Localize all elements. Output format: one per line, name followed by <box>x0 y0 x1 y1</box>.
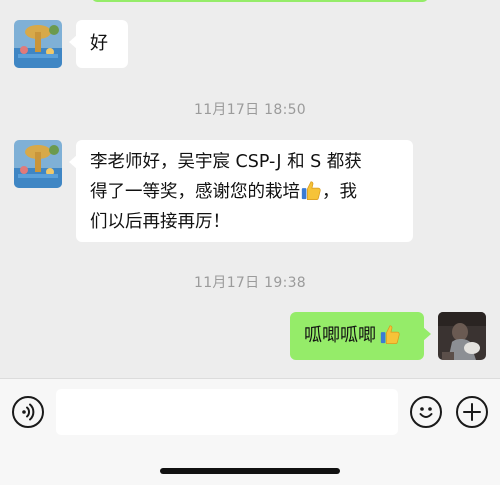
message-text-fragment: 得了一等奖，感谢您的栽培 <box>90 182 300 202</box>
my-avatar[interactable] <box>438 312 486 360</box>
avatar-image <box>14 20 62 68</box>
message-bubble-incoming[interactable]: 好 <box>69 20 128 68</box>
plus-button[interactable] <box>456 396 488 428</box>
home-indicator <box>160 468 340 474</box>
message-text-fragment: ，我 <box>322 182 357 202</box>
previous-message-bubble-fragment <box>92 0 428 2</box>
message-bubble-incoming[interactable]: 李老师好，吴宇宸 CSP-J 和 S 都获 得了一等奖，感谢您的栽培 ，我 们以后… <box>69 140 413 242</box>
message-timestamp: 11月17日 18:50 <box>193 102 307 118</box>
chat-area: 好 11月17日 18:50 李老师好，吴宇宸 CSP-J 和 S 都获 得了一… <box>0 0 500 378</box>
avatar-image <box>438 312 486 360</box>
voice-icon <box>22 403 35 421</box>
input-bar <box>0 378 500 485</box>
voice-button[interactable] <box>12 396 44 428</box>
thumbs-up-emoji <box>301 181 321 200</box>
message-input[interactable] <box>56 389 398 435</box>
message-text-line: 们以后再接再厉！ <box>90 212 230 232</box>
message-bubble-outgoing[interactable]: 呱唧呱唧 <box>290 312 431 360</box>
contact-avatar[interactable] <box>14 20 62 68</box>
emoji-icon <box>419 407 433 418</box>
message-text-line: 得了一等奖，感谢您的栽培 ，我 <box>90 177 413 207</box>
avatar-image <box>14 140 62 188</box>
plus-icon <box>463 403 481 421</box>
message-text-line: 李老师好，吴宇宸 CSP-J 和 S 都获 <box>90 152 362 172</box>
contact-avatar[interactable] <box>14 140 62 188</box>
emoji-button[interactable] <box>410 396 442 428</box>
message-timestamp: 11月17日 19:38 <box>193 275 307 291</box>
thumbs-up-emoji <box>380 325 400 344</box>
message-text: 好 <box>90 33 108 54</box>
message-text: 呱唧呱唧 <box>304 325 376 346</box>
